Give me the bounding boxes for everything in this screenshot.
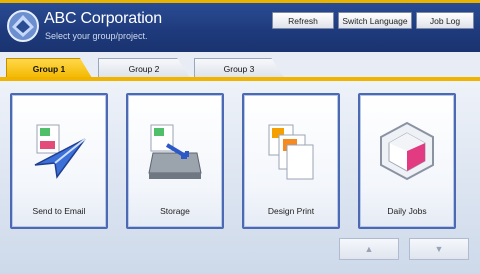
tile-daily-jobs[interactable]: Daily Jobs	[358, 93, 456, 229]
job-log-button[interactable]: Job Log	[416, 12, 474, 29]
page-down-button[interactable]: ▼	[409, 238, 469, 260]
daily-jobs-icon	[380, 121, 434, 181]
tile-label: Daily Jobs	[387, 206, 427, 216]
tile-label: Storage	[160, 206, 190, 216]
tile-send-to-email[interactable]: Send to Email	[10, 93, 108, 229]
content-area: Send to Email Storage Design Print Daily…	[0, 81, 480, 274]
tab-group-3[interactable]: Group 3	[194, 58, 284, 78]
app-logo-icon	[7, 10, 39, 42]
tab-group-1[interactable]: Group 1	[6, 58, 92, 78]
tile-label: Design Print	[267, 206, 315, 216]
design-print-icon	[268, 124, 314, 180]
tile-design-print[interactable]: Design Print	[242, 93, 340, 229]
switch-language-button[interactable]: Switch Language	[338, 12, 412, 29]
tile-label: Send to Email	[32, 206, 86, 216]
storage-icon	[148, 124, 202, 179]
page-up-button[interactable]: ▲	[339, 238, 399, 260]
app-subtitle: Select your group/project.	[45, 31, 148, 41]
tab-strip: Group 1 Group 2 Group 3	[0, 52, 480, 78]
refresh-button[interactable]: Refresh	[272, 12, 334, 29]
send-email-icon	[34, 124, 86, 179]
app-title: ABC Corporation	[44, 10, 162, 27]
tab-group-2[interactable]: Group 2	[98, 58, 190, 78]
header-bar: ABC Corporation Select your group/projec…	[0, 0, 480, 52]
tile-storage[interactable]: Storage	[126, 93, 224, 229]
